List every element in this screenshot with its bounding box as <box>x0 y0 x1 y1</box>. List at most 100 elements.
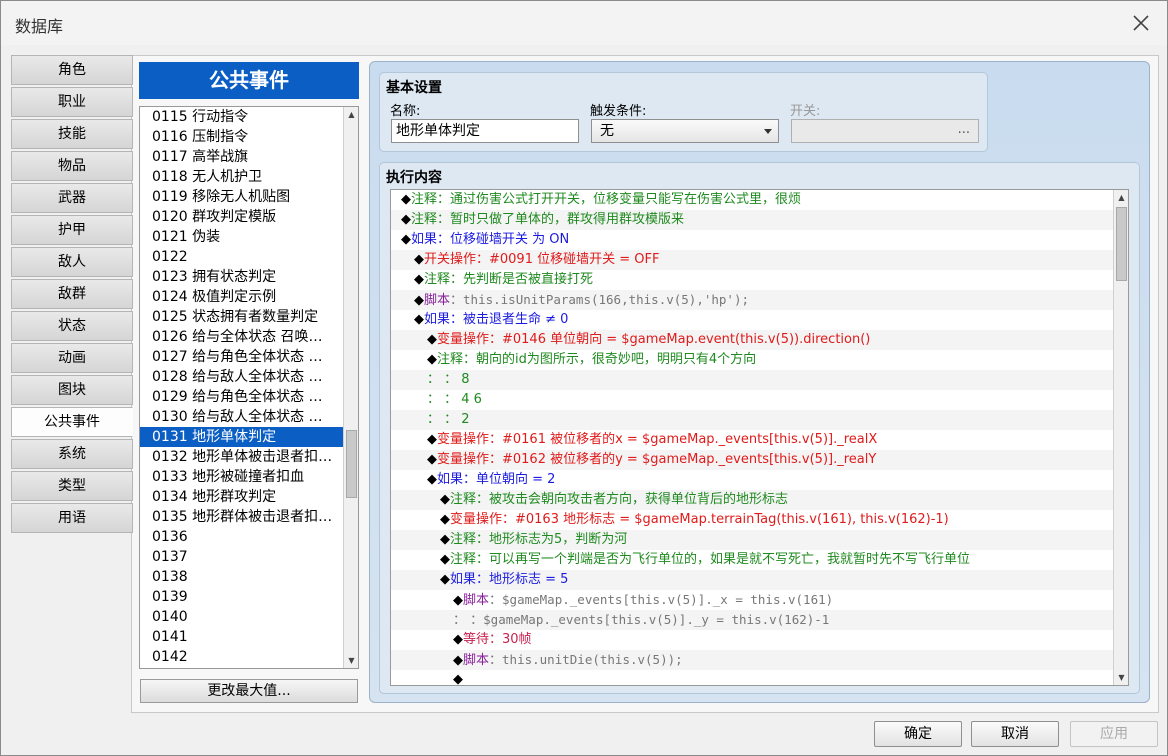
command-line[interactable]: ◆脚本：this.isUnitParams(166,this.v(5),'hp'… <box>391 290 1113 310</box>
command-line[interactable]: ◆注释：暂时只做了单体的，群攻得用群攻模版来 <box>391 210 1113 230</box>
command-line[interactable]: ◆注释：朝向的id为图所示，很奇妙吧，明明只有4个方向 <box>391 350 1113 370</box>
common-event-list[interactable]: 0115 行动指令 0116 压制指令 0117 高举战旗 0118 无人机护卫 011… <box>139 106 359 669</box>
command-line[interactable]: ◆开关操作：#0091 位移碰墙开关 = OFF <box>391 250 1113 270</box>
command-line[interactable]: ◆如果：地形标志 = 5 <box>391 570 1113 590</box>
command-line[interactable]: ： ： 8 <box>391 370 1113 390</box>
command-line[interactable]: ◆如果：被击退者生命 ≠ 0 <box>391 310 1113 330</box>
list-item[interactable]: 0123 拥有状态判定 <box>140 267 343 287</box>
scroll-down-icon[interactable]: ▼ <box>1114 670 1128 685</box>
tab-item[interactable]: 类型 <box>11 471 133 501</box>
command-diamond-icon: ◆ <box>401 212 411 227</box>
tab-item[interactable]: 状态 <box>11 311 133 341</box>
event-commands-list[interactable]: ◆注释：通过伤害公式打开开关，位移变量只能写在伤害公式里，很烦 ◆注释：暂时只做了… <box>390 189 1129 686</box>
command-line[interactable]: ◆脚本：this.unitDie(this.v(5)); <box>391 650 1113 670</box>
command-line[interactable]: ◆等待：30帧 <box>391 630 1113 650</box>
list-item[interactable]: 0138 <box>140 567 343 587</box>
tab-item[interactable]: 物品 <box>11 151 133 181</box>
command-text: ： <box>450 293 464 308</box>
tab-item[interactable]: 敌人 <box>11 247 133 277</box>
list-item[interactable]: 0141 <box>140 627 343 647</box>
command-text: 变量操作：#0146 单位朝向 = $gameMap.event(this.v(… <box>437 332 871 347</box>
ellipsis-icon: ... <box>957 122 970 137</box>
command-line[interactable]: ： ：$gameMap._events[this.v(5)]._y = this… <box>391 610 1113 630</box>
list-item[interactable]: 0134 地形群攻判定 <box>140 487 343 507</box>
tab-item[interactable]: 武器 <box>11 183 133 213</box>
scroll-thumb[interactable] <box>1116 207 1127 281</box>
command-line[interactable]: ◆变量操作：#0162 被位移者的y = $gameMap._events[th… <box>391 450 1113 470</box>
command-line[interactable]: ◆注释：地形标志为5，判断为河 <box>391 530 1113 550</box>
list-item[interactable]: 0116 压制指令 <box>140 127 343 147</box>
command-line[interactable]: ◆如果：单位朝向 = 2 <box>391 470 1113 490</box>
command-diamond-icon: ◆ <box>440 492 450 507</box>
trigger-select[interactable]: 无 <box>591 119 779 143</box>
switch-label: 开关: <box>790 104 821 119</box>
list-item[interactable]: 0125 状态拥有者数量判定 <box>140 307 343 327</box>
command-line[interactable]: ◆注释：通过伤害公式打开开关，位移变量只能写在伤害公式里，很烦 <box>391 190 1113 210</box>
list-item[interactable]: 0132 地形单体被击退者扣… <box>140 447 343 467</box>
tab-item[interactable]: 职业 <box>11 87 133 117</box>
list-item[interactable]: 0140 <box>140 607 343 627</box>
tab-item[interactable]: 图块 <box>11 375 133 405</box>
command-text: 注释：被攻击会朝向攻击者方向，获得单位背后的地形标志 <box>450 492 789 507</box>
list-item[interactable]: 0120 群攻判定模版 <box>140 207 343 227</box>
close-icon[interactable] <box>1129 11 1153 35</box>
list-item[interactable]: 0142 <box>140 647 343 667</box>
list-item[interactable]: 0119 移除无人机贴图 <box>140 187 343 207</box>
list-item[interactable]: 0126 给与全体状态 召唤… <box>140 327 343 347</box>
command-text: this.isUnitParams(166,this.v(5),'hp'); <box>463 292 750 307</box>
command-text: 开关操作：#0091 位移碰墙开关 = OFF <box>424 252 660 267</box>
list-item[interactable]: 0127 给与角色全体状态 … <box>140 347 343 367</box>
list-item[interactable]: 0137 <box>140 547 343 567</box>
change-max-button[interactable]: 更改最大值... <box>140 679 358 703</box>
list-item[interactable]: 0121 伪装 <box>140 227 343 247</box>
scroll-up-icon[interactable]: ▲ <box>1114 190 1128 205</box>
list-item[interactable]: 0129 给与角色全体状态 … <box>140 387 343 407</box>
list-item[interactable]: 0139 <box>140 587 343 607</box>
apply-button[interactable]: 应用 <box>1070 721 1158 747</box>
list-item[interactable]: 0135 地形群体被击退者扣… <box>140 507 343 527</box>
command-line[interactable]: ： ： 2 <box>391 410 1113 430</box>
tab-item[interactable]: 动画 <box>11 343 133 373</box>
tab-item[interactable]: 系统 <box>11 439 133 469</box>
name-field[interactable]: 地形单体判定 <box>391 119 579 143</box>
list-item[interactable]: 0130 给与敌人全体状态 … <box>140 407 343 427</box>
command-line[interactable]: ◆脚本：$gameMap._events[this.v(5)]._x = thi… <box>391 590 1113 610</box>
command-line[interactable]: ◆变量操作：#0163 地形标志 = $gameMap.terrainTag(t… <box>391 510 1113 530</box>
tab-item[interactable]: 用语 <box>11 503 133 533</box>
command-line[interactable]: ◆ <box>391 670 1113 686</box>
commands-scrollbar[interactable]: ▲ ▼ <box>1113 190 1128 685</box>
list-item[interactable]: 0131 地形单体判定 <box>140 427 343 447</box>
command-line[interactable]: ◆变量操作：#0146 单位朝向 = $gameMap.event(this.v… <box>391 330 1113 350</box>
cancel-button[interactable]: 取消 <box>971 721 1059 747</box>
command-line[interactable]: ： ： 4 6 <box>391 390 1113 410</box>
list-item[interactable]: 0118 无人机护卫 <box>140 167 343 187</box>
scroll-up-icon[interactable]: ▲ <box>344 107 358 122</box>
list-scrollbar[interactable]: ▲ ▼ <box>343 107 358 668</box>
command-line[interactable]: ◆注释：可以再写一个判端是否为飞行单位的，如果是就不写死亡，我就暂时先不写飞行单… <box>391 550 1113 570</box>
tab-item[interactable]: 角色 <box>11 55 133 85</box>
scroll-down-icon[interactable]: ▼ <box>344 653 358 668</box>
scroll-thumb[interactable] <box>346 430 357 498</box>
list-item[interactable]: 0122 <box>140 247 343 267</box>
command-diamond-icon: ◆ <box>453 672 463 686</box>
tab-item[interactable]: 公共事件 <box>11 407 133 437</box>
command-text: 脚本 <box>463 593 490 608</box>
list-header: 公共事件 <box>139 62 359 99</box>
command-diamond-icon: ◆ <box>401 192 411 207</box>
tab-item[interactable]: 敌群 <box>11 279 133 309</box>
command-line[interactable]: ◆变量操作：#0161 被位移者的x = $gameMap._events[th… <box>391 430 1113 450</box>
list-item[interactable]: 0124 极值判定示例 <box>140 287 343 307</box>
list-item[interactable]: 0136 <box>140 527 343 547</box>
switch-selector[interactable]: ... <box>791 119 979 143</box>
command-line[interactable]: ◆注释：被攻击会朝向攻击者方向，获得单位背后的地形标志 <box>391 490 1113 510</box>
tab-item[interactable]: 技能 <box>11 119 133 149</box>
list-item[interactable]: 0133 地形被碰撞者扣血 <box>140 467 343 487</box>
list-item[interactable]: 0115 行动指令 <box>140 107 343 127</box>
command-text: ： ： 4 6 <box>427 392 482 407</box>
command-line[interactable]: ◆如果：位移碰墙开关 为 ON <box>391 230 1113 250</box>
tab-item[interactable]: 护甲 <box>11 215 133 245</box>
ok-button[interactable]: 确定 <box>874 721 962 747</box>
command-line[interactable]: ◆注释：先判断是否被直接打死 <box>391 270 1113 290</box>
list-item[interactable]: 0128 给与敌人全体状态 … <box>140 367 343 387</box>
list-item[interactable]: 0117 高举战旗 <box>140 147 343 167</box>
